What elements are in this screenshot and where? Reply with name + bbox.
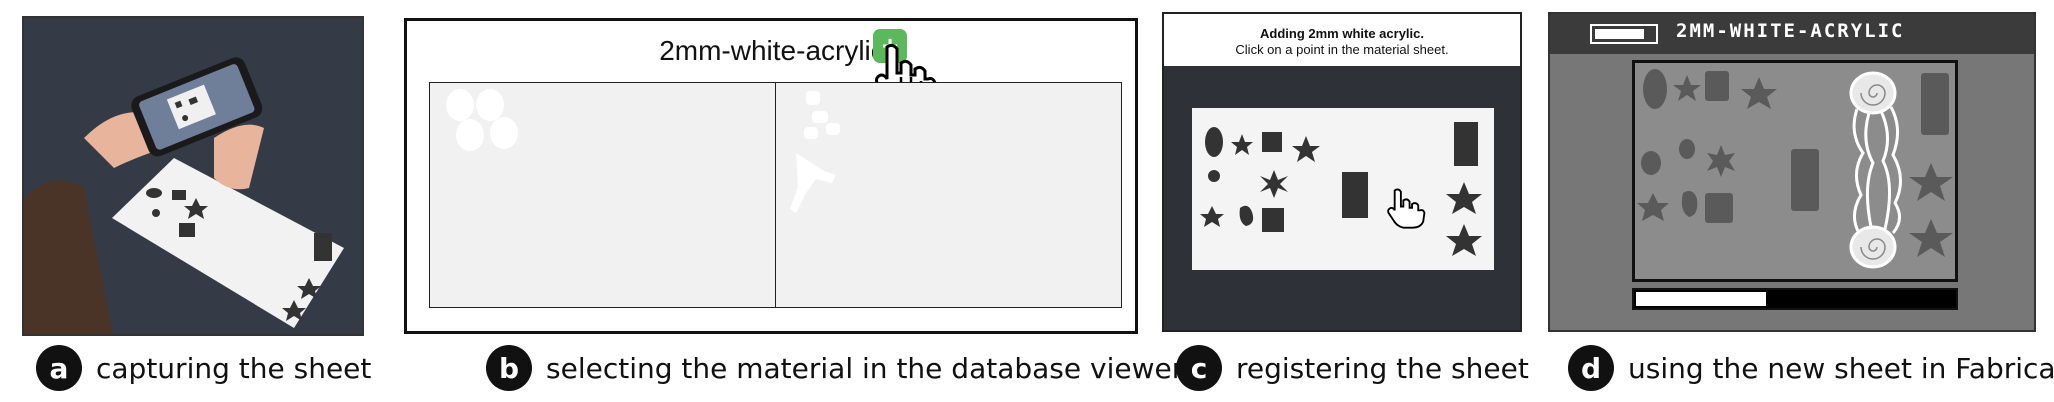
material-cell-right[interactable] xyxy=(775,82,1122,308)
caption-c-text: registering the sheet xyxy=(1236,351,1529,385)
caption-c: c registering the sheet xyxy=(1176,344,1529,392)
battery-icon xyxy=(1590,24,1658,44)
sheet-layout xyxy=(1637,69,1953,269)
sheet-title: 2MM-WHITE-ACRYLIC xyxy=(1676,20,1905,42)
registration-view: Adding 2mm white acrylic. Click on a poi… xyxy=(1162,12,1522,332)
fabricaide-view: 2MM-WHITE-ACRYLIC xyxy=(1548,12,2036,332)
material-sheet-camera-view[interactable] xyxy=(1164,66,1520,330)
progress-bar xyxy=(1632,288,1958,310)
caption-a: a capturing the sheet xyxy=(36,344,371,392)
badge-c: c xyxy=(1176,345,1222,391)
caption-d-text: using the new sheet in Fabricaide xyxy=(1628,351,2054,385)
fabricaide-topbar: 2MM-WHITE-ACRYLIC xyxy=(1550,14,2034,54)
cutout-scraps-right xyxy=(790,91,840,213)
material-title: 2mm-white-acrylic xyxy=(659,35,885,66)
cutout-scraps-left xyxy=(446,89,518,151)
progress-fill xyxy=(1636,292,1766,306)
material-sheet-preview[interactable] xyxy=(1632,60,1958,282)
photo-capturing-sheet xyxy=(22,16,364,336)
caption-d: d using the new sheet in Fabricaide xyxy=(1568,344,2054,392)
badge-b: b xyxy=(486,345,532,391)
instruction-line-2: Click on a point in the material sheet. xyxy=(1235,42,1449,57)
database-viewer: 2mm-white-acrylic + xyxy=(404,18,1138,334)
caption-b: b selecting the material in the database… xyxy=(486,344,1183,392)
material-cell-left[interactable] xyxy=(429,82,776,308)
badge-a: a xyxy=(36,345,82,391)
caption-a-text: capturing the sheet xyxy=(96,351,372,385)
capturing-scene-illustration xyxy=(24,18,362,334)
badge-d: d xyxy=(1568,345,1614,391)
battery-fill xyxy=(1595,29,1644,39)
instruction-line-1: Adding 2mm white acrylic. xyxy=(1260,26,1424,41)
registration-instructions: Adding 2mm white acrylic. Click on a poi… xyxy=(1164,14,1520,66)
caption-b-text: selecting the material in the database v… xyxy=(546,351,1184,385)
